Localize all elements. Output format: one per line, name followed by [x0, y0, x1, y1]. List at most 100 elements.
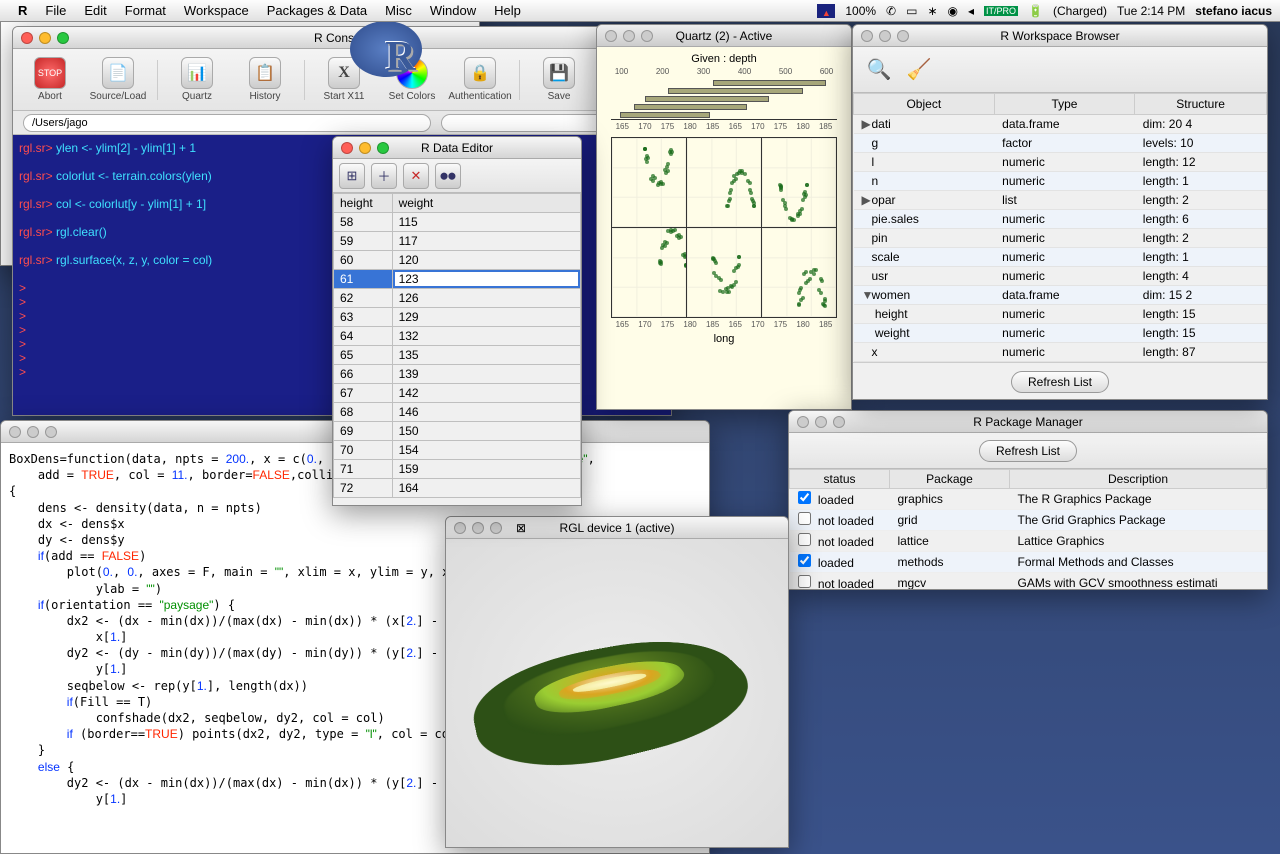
status-checkbox[interactable]: [798, 533, 811, 546]
menu-window[interactable]: Window: [430, 3, 476, 18]
add-row-button[interactable]: ＋: [371, 163, 397, 189]
table-row[interactable]: 63129: [334, 308, 581, 327]
rgl-titlebar[interactable]: ⊠ RGL device 1 (active): [446, 517, 788, 539]
abort-button[interactable]: STOPAbort: [21, 57, 79, 102]
minimize-icon[interactable]: [815, 416, 827, 428]
table-row[interactable]: 68146: [334, 403, 581, 422]
col-package[interactable]: Package: [890, 470, 1010, 489]
display-icon[interactable]: ▭: [906, 4, 917, 18]
table-row[interactable]: pinnumericlength: 2: [854, 229, 1267, 248]
dataed-titlebar[interactable]: R Data Editor: [333, 137, 581, 159]
table-row[interactable]: 66139: [334, 365, 581, 384]
zoom-icon[interactable]: [45, 426, 57, 438]
edit-button[interactable]: ⬤⬤: [435, 163, 461, 189]
user-menu[interactable]: stefano iacus: [1195, 4, 1272, 18]
rgl-canvas[interactable]: [446, 539, 788, 847]
table-row[interactable]: scalenumericlength: 1: [854, 248, 1267, 267]
table-row[interactable]: usrnumericlength: 4: [854, 267, 1267, 286]
console-titlebar[interactable]: R Console: [13, 27, 671, 49]
minimize-icon[interactable]: [359, 142, 371, 154]
minimize-icon[interactable]: [27, 426, 39, 438]
add-col-button[interactable]: ⊞: [339, 163, 365, 189]
close-icon[interactable]: [797, 416, 809, 428]
table-row[interactable]: 69150: [334, 422, 581, 441]
table-row[interactable]: 71159: [334, 460, 581, 479]
phone-icon[interactable]: ✆: [886, 4, 896, 18]
table-row[interactable]: 65135: [334, 346, 581, 365]
quartz-titlebar[interactable]: Quartz (2) - Active: [597, 25, 851, 47]
close-icon[interactable]: [21, 32, 33, 44]
save-button[interactable]: 💾Save: [530, 57, 588, 102]
menu-packages-data[interactable]: Packages & Data: [267, 3, 367, 18]
working-dir-input[interactable]: [23, 114, 431, 132]
minimize-icon[interactable]: [623, 30, 635, 42]
table-row[interactable]: loadedmethodsFormal Methods and Classes: [790, 552, 1267, 573]
close-icon[interactable]: [861, 30, 873, 42]
menu-file[interactable]: File: [45, 3, 66, 18]
minimize-icon[interactable]: [879, 30, 891, 42]
table-row[interactable]: 59117: [334, 232, 581, 251]
zoom-icon[interactable]: [490, 522, 502, 534]
col-status[interactable]: status: [790, 470, 890, 489]
data-table[interactable]: height weight 58115591176012061621266312…: [333, 193, 581, 498]
table-row[interactable]: not loadedmgcvGAMs with GCV smoothness e…: [790, 573, 1267, 591]
pkgmgr-titlebar[interactable]: R Package Manager: [789, 411, 1267, 433]
remove-button[interactable]: ✕: [403, 163, 429, 189]
close-icon[interactable]: [9, 426, 21, 438]
table-row[interactable]: ▶oparlistlength: 2: [854, 191, 1267, 210]
wifi-icon[interactable]: ◉: [948, 4, 958, 18]
col-object[interactable]: Object: [854, 94, 995, 115]
zoom-icon[interactable]: [897, 30, 909, 42]
wsb-titlebar[interactable]: R Workspace Browser: [853, 25, 1267, 47]
menu-help[interactable]: Help: [494, 3, 521, 18]
table-row[interactable]: lnumericlength: 12: [854, 153, 1267, 172]
col-type[interactable]: Type: [994, 94, 1135, 115]
menu-misc[interactable]: Misc: [385, 3, 412, 18]
close-icon[interactable]: [454, 522, 466, 534]
flag-icon[interactable]: IT/PRO: [984, 6, 1018, 16]
cell-input[interactable]: [393, 270, 580, 288]
table-row[interactable]: not loadedgridThe Grid Graphics Package: [790, 510, 1267, 531]
zoom-icon[interactable]: [377, 142, 389, 154]
workspace-table[interactable]: Object Type Structure ▶datidata.framedim…: [853, 93, 1267, 362]
menu-workspace[interactable]: Workspace: [184, 3, 249, 18]
col-structure[interactable]: Structure: [1135, 94, 1267, 115]
authentication-button[interactable]: 🔒Authentication: [451, 57, 509, 102]
refresh-list-button[interactable]: Refresh List: [979, 440, 1077, 462]
quartz-button[interactable]: 📊Quartz: [168, 57, 226, 102]
menu-extra-icon[interactable]: ▲: [817, 4, 835, 18]
minimize-icon[interactable]: [472, 522, 484, 534]
close-icon[interactable]: [341, 142, 353, 154]
clock[interactable]: Tue 2:14 PM: [1117, 4, 1185, 18]
broom-icon[interactable]: 🧹: [903, 54, 935, 86]
table-row[interactable]: not loadedlatticeLattice Graphics: [790, 531, 1267, 552]
refresh-list-button[interactable]: Refresh List: [1011, 371, 1109, 393]
table-row[interactable]: ▼womendata.framedim: 15 2: [854, 286, 1267, 305]
status-checkbox[interactable]: [798, 575, 811, 588]
table-row[interactable]: ▶datidata.framedim: 20 4: [854, 115, 1267, 134]
app-menu[interactable]: R: [18, 3, 27, 18]
battery-icon[interactable]: 🔋: [1028, 4, 1043, 18]
bluetooth-icon[interactable]: ∗: [927, 4, 937, 18]
table-row[interactable]: 70154: [334, 441, 581, 460]
table-row[interactable]: heightnumericlength: 15: [854, 305, 1267, 324]
col-description[interactable]: Description: [1010, 470, 1267, 489]
table-row[interactable]: 67142: [334, 384, 581, 403]
col-weight[interactable]: weight: [392, 194, 580, 213]
table-row[interactable]: weightnumericlength: 15: [854, 324, 1267, 343]
table-row[interactable]: nnumericlength: 1: [854, 172, 1267, 191]
zoom-icon[interactable]: [833, 416, 845, 428]
table-row[interactable]: 60120: [334, 251, 581, 270]
zoom-icon[interactable]: [57, 32, 69, 44]
table-row[interactable]: 72164: [334, 479, 581, 498]
table-row[interactable]: 62126: [334, 289, 581, 308]
minimize-icon[interactable]: [39, 32, 51, 44]
volume-icon[interactable]: ◂: [968, 4, 974, 18]
close-icon[interactable]: [605, 30, 617, 42]
table-row[interactable]: gfactorlevels: 10: [854, 134, 1267, 153]
table-row[interactable]: 58115: [334, 213, 581, 232]
x-close-icon[interactable]: ⊠: [516, 521, 526, 535]
history-button[interactable]: 📋History: [236, 57, 294, 102]
table-row[interactable]: loadedgraphicsThe R Graphics Package: [790, 489, 1267, 510]
status-checkbox[interactable]: [798, 554, 811, 567]
